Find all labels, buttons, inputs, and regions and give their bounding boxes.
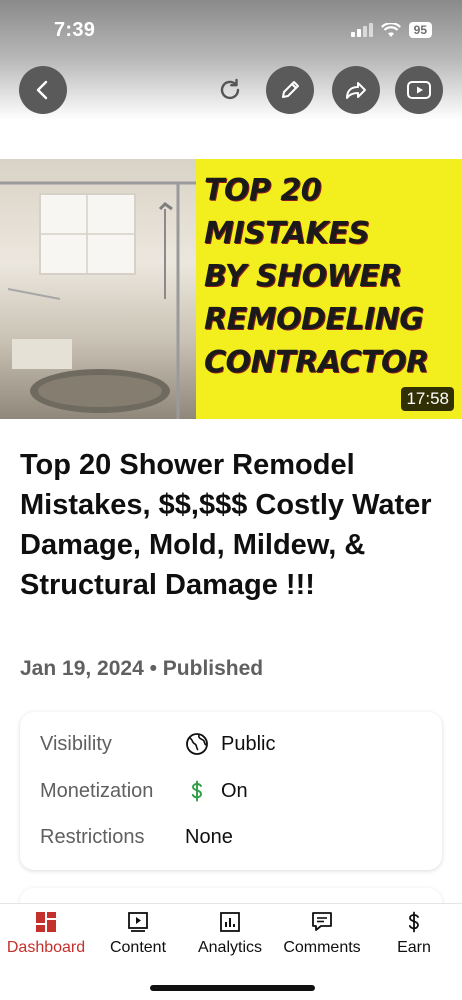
nav-label: Earn — [397, 939, 431, 956]
status-bar: 7:39 95 — [0, 0, 462, 60]
status-time: 7:39 — [54, 18, 96, 41]
thumbnail-line: MISTAKES — [204, 216, 370, 251]
thumbnail-line: BY SHOWER — [204, 259, 402, 294]
thumbnail-caption: TOP 20 MISTAKES BY SHOWER REMODELING CON… — [204, 169, 462, 384]
nav-label: Dashboard — [6, 939, 86, 956]
video-thumbnail[interactable]: TOP 20 MISTAKES BY SHOWER REMODELING CON… — [0, 159, 462, 419]
dollar-icon — [191, 780, 202, 802]
visibility-label: Visibility — [40, 732, 112, 755]
back-icon — [36, 80, 48, 100]
back-button[interactable] — [19, 66, 67, 114]
nav-analytics[interactable]: Analytics — [184, 910, 276, 957]
video-meta: Jan 19, 2024 • Published — [20, 657, 264, 680]
restrictions-value: None — [185, 826, 233, 848]
share-icon — [346, 82, 366, 99]
comments-icon — [312, 912, 332, 931]
home-indicator — [150, 985, 315, 991]
analytics-icon — [220, 912, 240, 932]
shower-photo — [0, 159, 196, 419]
monetization-value: On — [221, 779, 248, 802]
dollar-icon — [408, 911, 419, 933]
content-icon — [128, 912, 148, 932]
top-action-bar — [0, 60, 462, 120]
restrictions-label: Restrictions — [40, 826, 145, 848]
visibility-row: Visibility Public — [40, 732, 275, 756]
monetization-label: Monetization — [40, 779, 154, 802]
edit-icon — [282, 81, 299, 98]
nav-earn[interactable]: Earn — [368, 910, 460, 957]
nav-content[interactable]: Content — [92, 910, 184, 957]
share-button[interactable] — [332, 66, 380, 114]
signal-icon — [350, 23, 373, 37]
video-details-card[interactable]: Visibility Public Monetization On Restri… — [20, 712, 442, 870]
nav-label: Content — [109, 939, 167, 956]
dashboard-icon — [36, 912, 56, 932]
monetization-row: Monetization On — [40, 779, 248, 803]
refresh-icon — [220, 78, 240, 100]
wifi-icon — [380, 22, 401, 37]
nav-label: Analytics — [197, 939, 263, 956]
thumbnail-line: REMODELING — [204, 302, 424, 337]
nav-dashboard[interactable]: Dashboard — [0, 910, 92, 957]
video-duration-badge: 17:58 — [401, 387, 454, 411]
nav-label: Comments — [283, 939, 361, 956]
edit-button[interactable] — [266, 66, 314, 114]
video-title: Top 20 Shower Remodel Mistakes, $$,$$$ C… — [20, 449, 432, 601]
youtube-icon — [407, 81, 431, 99]
refresh-button[interactable] — [206, 66, 254, 114]
shower-illustration — [0, 181, 196, 419]
restrictions-row: Restrictions None — [40, 826, 233, 849]
globe-icon — [186, 733, 208, 755]
nav-comments[interactable]: Comments — [276, 910, 368, 957]
status-icons: 95 — [350, 22, 432, 38]
thumbnail-line: TOP 20 — [204, 173, 322, 208]
youtube-button[interactable] — [395, 66, 443, 114]
visibility-value: Public — [221, 732, 276, 755]
thumbnail-line: CONTRACTOR — [204, 345, 429, 380]
battery-indicator: 95 — [408, 22, 432, 38]
